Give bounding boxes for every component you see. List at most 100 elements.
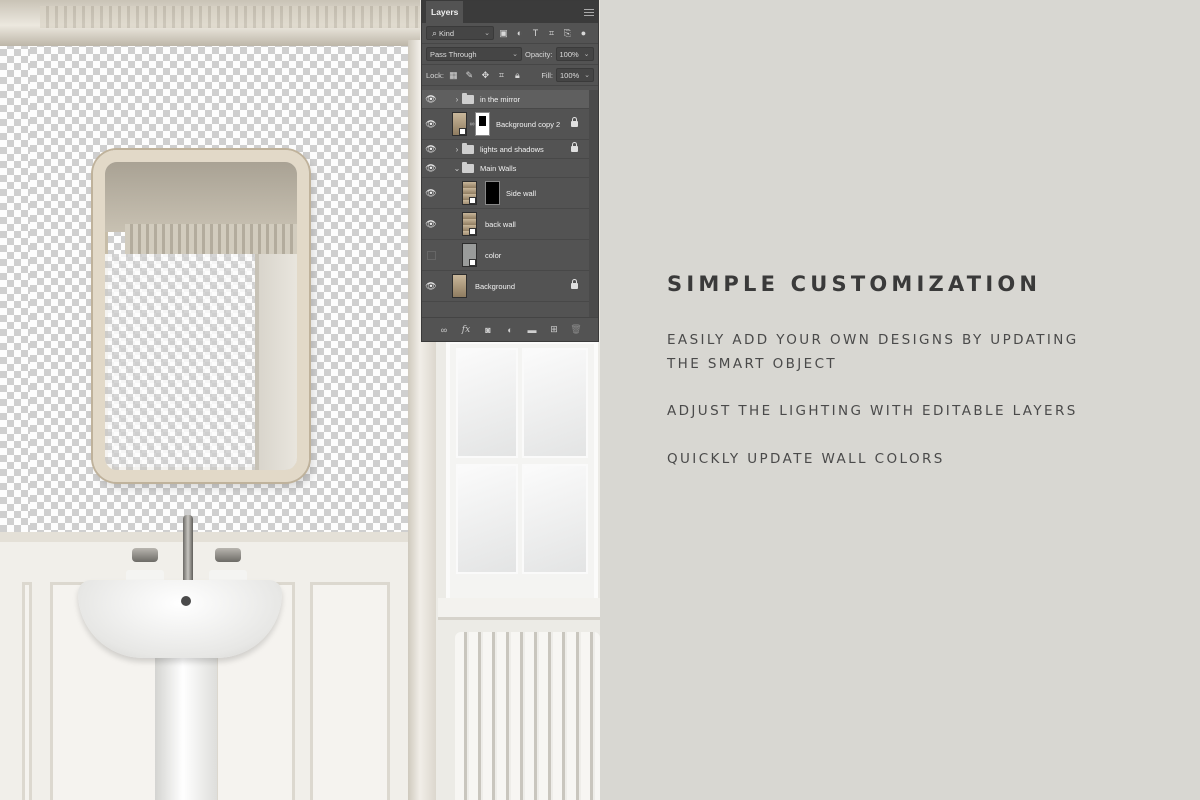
eye-icon[interactable]: 👁︎ [422, 144, 440, 155]
eye-icon[interactable]: 👁︎ [422, 219, 440, 230]
adjustment-icon[interactable]: ◐ [503, 325, 517, 335]
layer-thumbnail [462, 243, 477, 267]
eye-icon[interactable]: 👁︎ [422, 119, 440, 130]
layer-mask-thumbnail[interactable] [485, 181, 500, 205]
layer-row-in-the-mirror[interactable]: 👁︎ › in the mirror [422, 90, 590, 109]
mirror-reflection-ceiling [105, 162, 297, 232]
mask-icon[interactable]: ◙ [481, 325, 495, 335]
layer-row-background-copy-2[interactable]: 👁︎ ∞ Background copy 2 [422, 109, 590, 140]
fx-icon[interactable]: fx [459, 325, 473, 335]
layer-row-side-wall[interactable]: 👁︎ Side wall [422, 178, 590, 209]
mirror-reflection-molding [125, 224, 297, 254]
eye-icon[interactable]: 👁︎ [422, 163, 440, 174]
headline: SIMPLE CUSTOMIZATION [667, 272, 1042, 296]
adjustment-filter-icon[interactable]: ◐ [513, 27, 526, 40]
feature-item: Quickly update wall colors [667, 447, 945, 471]
feature-text-line: Adjust the lighting with editable layers [667, 403, 1078, 419]
panel-menu-icon[interactable] [584, 8, 594, 16]
type-filter-icon[interactable]: T [529, 27, 542, 40]
layers-panel-footer: ∞ fx ◙ ◐ ▬ ⊞ 🗑︎ [422, 317, 598, 341]
fill-value: 100% [560, 70, 580, 80]
feature-item: Easily add your own designs by updating … [667, 328, 1079, 376]
layer-name: Side wall [506, 188, 537, 198]
layer-mask-thumbnail[interactable] [475, 112, 490, 136]
mirror-reflection-wall [105, 254, 255, 470]
folder-icon [462, 92, 474, 104]
opacity-field[interactable]: 100% ⌄ [555, 47, 594, 61]
lock-image-icon[interactable]: ✎ [463, 69, 476, 82]
open-folder-icon [462, 161, 474, 173]
layer-row-lights-and-shadows[interactable]: 👁︎ › lights and shadows [422, 140, 590, 159]
layer-row-back-wall[interactable]: 👁︎ back wall [422, 209, 590, 240]
layers-scrollbar[interactable] [589, 90, 598, 317]
side-wall-transparent [0, 0, 30, 545]
chevron-down-icon: ⌄ [512, 51, 518, 58]
window-pane [456, 464, 518, 574]
link-icon[interactable]: ∞ [437, 325, 451, 335]
lock-icon [571, 279, 578, 289]
feature-item: Adjust the lighting with editable layers [667, 399, 1078, 423]
trash-icon[interactable]: 🗑︎ [569, 324, 583, 335]
eye-icon[interactable]: 👁︎ [422, 281, 440, 292]
smart-object-badge-icon [469, 259, 476, 266]
lock-icon [571, 117, 578, 127]
faucet [183, 515, 193, 587]
chevron-down-icon[interactable]: ⌄ [452, 164, 462, 173]
pixel-filter-icon[interactable]: ▣ [497, 27, 510, 40]
chevron-down-icon: ⌄ [584, 72, 590, 79]
window [446, 340, 598, 602]
layers-tab[interactable]: Layers [426, 1, 464, 23]
opacity-value: 100% [559, 49, 579, 59]
chevron-right-icon[interactable]: › [452, 95, 462, 104]
layer-name: back wall [485, 219, 516, 229]
lock-icon [571, 142, 578, 152]
layer-name: Background copy 2 [496, 119, 561, 129]
layer-thumbnail [452, 112, 467, 136]
lock-artboard-icon[interactable]: ⌗ [495, 69, 508, 82]
lock-position-icon[interactable]: ✥ [479, 69, 492, 82]
wall-mirror [93, 150, 309, 482]
folder-icon[interactable]: ▬ [525, 325, 539, 335]
shape-filter-icon[interactable]: ⌗ [545, 27, 558, 40]
window-pane [456, 348, 518, 458]
chevron-down-icon: ⌄ [484, 30, 490, 37]
new-layer-icon[interactable]: ⊞ [547, 324, 561, 335]
chevron-down-icon: ⌄ [583, 51, 590, 58]
fill-field[interactable]: 100% ⌄ [556, 68, 594, 82]
chevron-right-icon[interactable]: › [452, 145, 462, 154]
layer-name: color [485, 250, 502, 260]
pedestal-sink [78, 580, 282, 658]
sink-drain [181, 596, 191, 606]
layer-row-color[interactable]: color [422, 240, 590, 271]
lock-label: Lock: [426, 70, 444, 80]
search-icon: ⌕ [431, 27, 438, 38]
radiator [455, 632, 600, 800]
layer-row-main-walls[interactable]: 👁︎ ⌄ Main Walls [422, 159, 590, 178]
filter-row: ⌕ Kind ⌄ ▣ ◐ T ⌗ ⎘ ● [422, 23, 598, 44]
feature-text-line: the smart object [667, 356, 838, 372]
lock-transparent-icon[interactable]: ▦ [447, 69, 460, 82]
filter-kind-select[interactable]: ⌕ Kind ⌄ [426, 26, 494, 40]
lock-all-icon[interactable]: 🔒︎ [511, 69, 524, 82]
filter-toggle-icon[interactable]: ● [577, 27, 590, 40]
hot-tap-handle [132, 548, 158, 562]
layer-list: 👁︎ › in the mirror 👁︎ ∞ Background copy … [422, 90, 590, 302]
mirror-reflection-door [255, 254, 297, 470]
layers-panel: Layers ⌕ Kind ⌄ ▣ ◐ T ⌗ ⎘ ● Pass Through… [421, 0, 599, 342]
smart-object-badge-icon [469, 228, 476, 235]
eye-icon[interactable]: 👁︎ [422, 94, 440, 105]
fill-label: Fill: [541, 70, 553, 80]
eye-icon[interactable]: 👁︎ [422, 188, 440, 199]
opacity-label: Opacity: [525, 49, 553, 59]
feature-text-line: Easily add your own designs by updating [667, 332, 1079, 348]
layer-row-background[interactable]: 👁︎ Background [422, 271, 590, 302]
wainscot-panel [22, 582, 32, 800]
folder-icon [462, 142, 474, 154]
blend-row: Pass Through ⌄ Opacity: 100% ⌄ [422, 44, 598, 65]
smart-object-badge-icon [459, 128, 466, 135]
window-pane [522, 464, 588, 574]
smart-object-filter-icon[interactable]: ⎘ [561, 27, 574, 40]
blend-mode-select[interactable]: Pass Through ⌄ [426, 47, 522, 61]
visibility-off-icon[interactable] [422, 250, 440, 260]
window-pane [522, 348, 588, 458]
